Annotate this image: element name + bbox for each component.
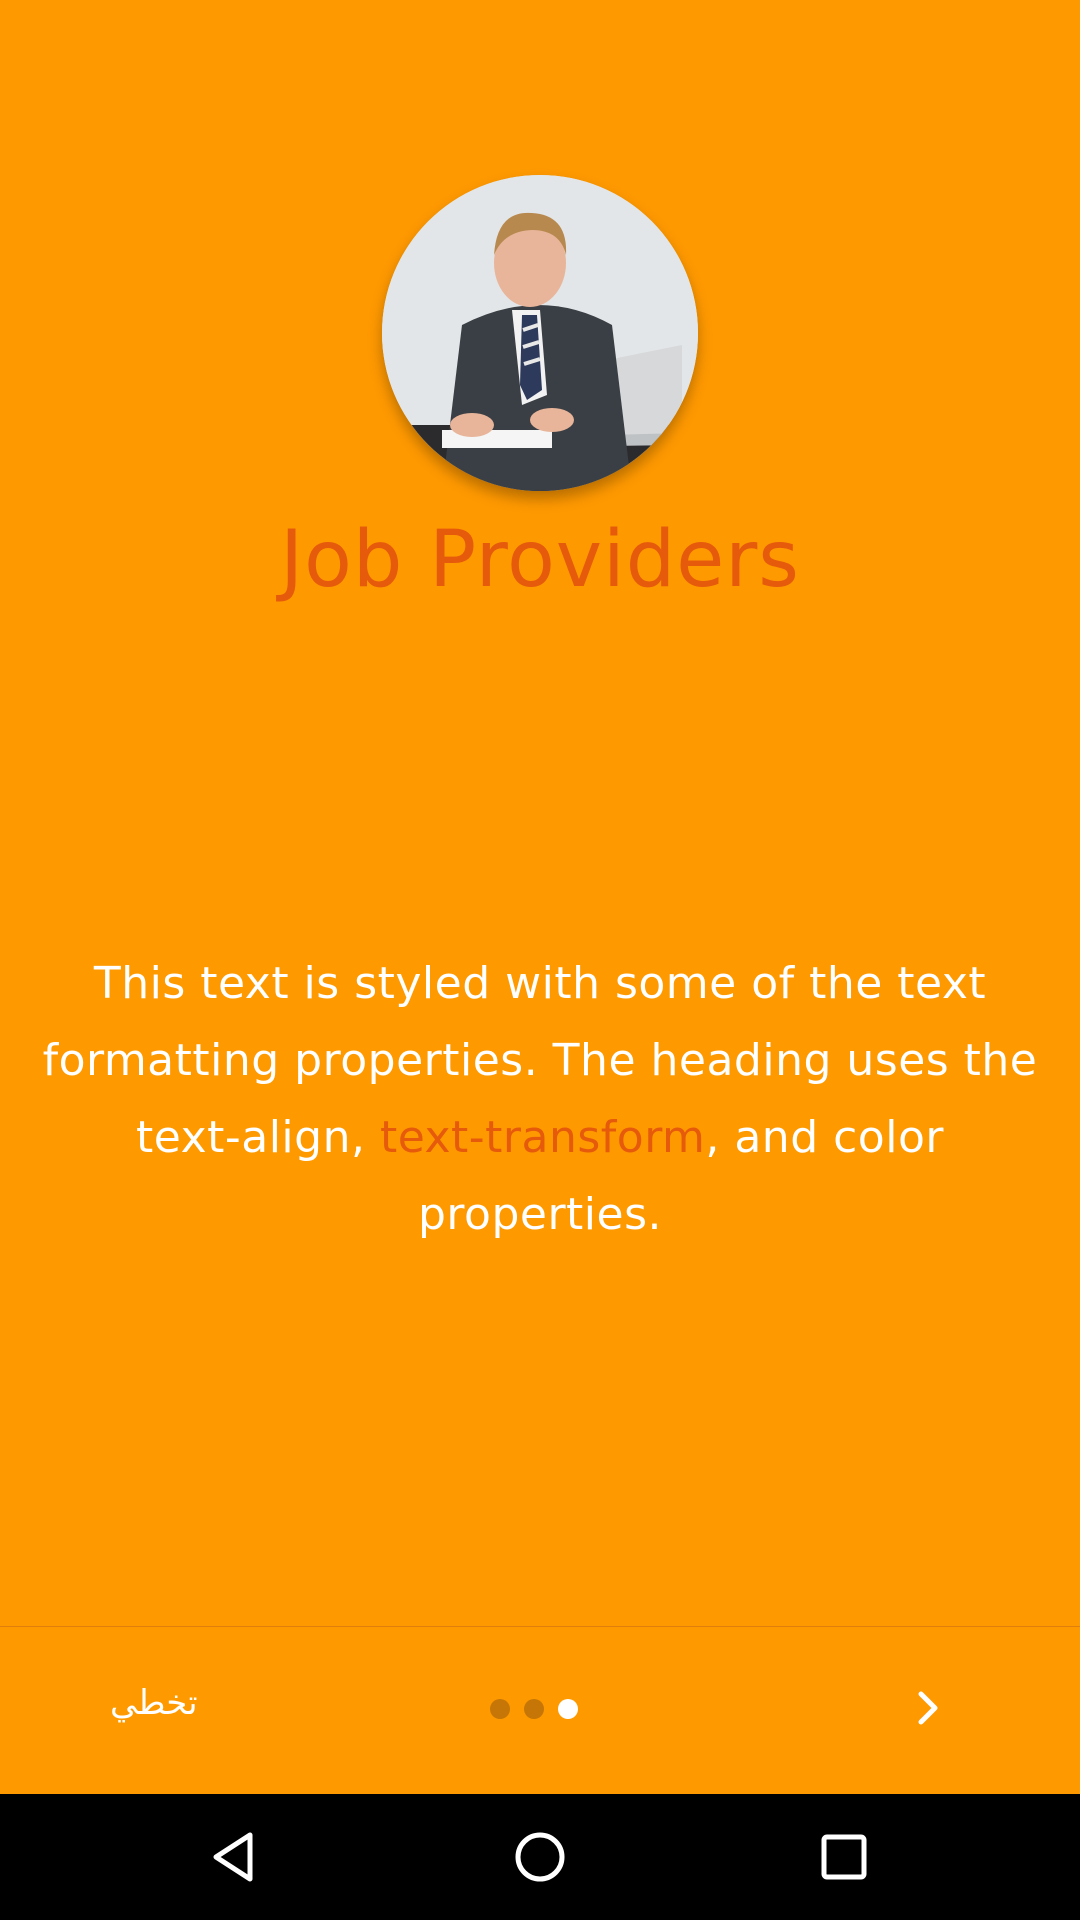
businessman-photo-icon xyxy=(382,175,698,491)
back-button[interactable] xyxy=(206,1827,266,1887)
chevron-right-icon xyxy=(918,1691,938,1725)
page-dot-3-active xyxy=(558,1699,578,1719)
page-title: Job Providers xyxy=(280,515,800,605)
back-triangle-icon xyxy=(213,1832,253,1882)
home-circle-icon xyxy=(515,1832,565,1882)
home-button[interactable] xyxy=(510,1827,570,1887)
businessman-avatar xyxy=(382,175,698,491)
description-text: This text is styled with some of the tex… xyxy=(40,945,1040,1253)
description-highlight: text-transform xyxy=(379,1112,706,1163)
page-indicator xyxy=(490,1699,578,1719)
onboarding-screen: Job Providers This text is styled with s… xyxy=(0,0,1080,1794)
next-button[interactable] xyxy=(908,1688,948,1728)
recent-square-icon xyxy=(821,1834,867,1880)
page-dot-2 xyxy=(524,1699,544,1719)
skip-button[interactable]: تخطي xyxy=(110,1683,198,1723)
system-navigation-bar xyxy=(0,1794,1080,1920)
page-dot-1 xyxy=(490,1699,510,1719)
recent-apps-button[interactable] xyxy=(814,1827,874,1887)
footer-divider xyxy=(0,1626,1080,1627)
